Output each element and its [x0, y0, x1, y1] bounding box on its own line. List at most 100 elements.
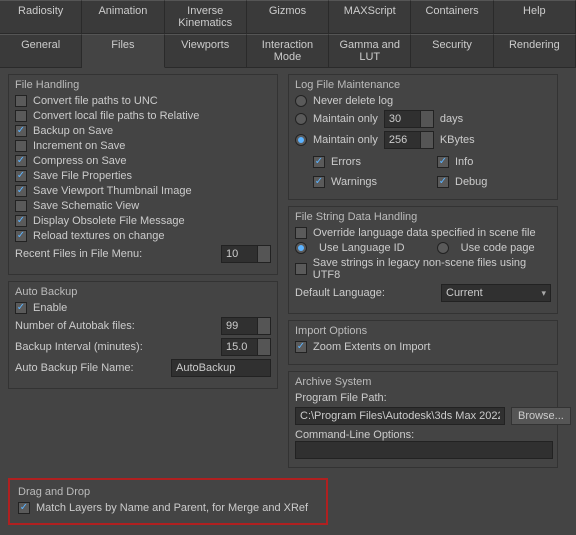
num-autobak-spinner[interactable]: 99 — [221, 317, 271, 335]
tab-row-2: GeneralFilesViewportsInteraction ModeGam… — [0, 34, 576, 68]
checkbox-label: Debug — [455, 176, 487, 188]
group-import-options: Import Options Zoom Extents on Import — [288, 320, 558, 365]
match-layers-label: Match Layers by Name and Parent, for Mer… — [36, 502, 308, 514]
recent-files-spinner[interactable]: 10 — [221, 245, 271, 263]
tab-animation[interactable]: Animation — [82, 0, 164, 33]
content-area: File Handling Convert file paths to UNC C… — [0, 68, 576, 478]
cmd-field[interactable] — [295, 441, 553, 459]
tab-viewports[interactable]: Viewports — [165, 34, 247, 67]
checkbox[interactable] — [15, 200, 27, 212]
checkbox-label: Display Obsolete File Message — [33, 215, 185, 227]
checkbox-label: Increment on Save — [33, 140, 125, 152]
never-delete-radio[interactable] — [295, 95, 307, 107]
group-title: File String Data Handling — [295, 211, 551, 223]
maintain-kb-radio[interactable] — [295, 134, 307, 146]
default-lang-dropdown[interactable]: Current — [441, 284, 551, 302]
group-title: Import Options — [295, 325, 551, 337]
use-code-radio[interactable] — [437, 242, 449, 254]
use-code-label: Use code page — [461, 242, 535, 254]
maintain-kb-label: Maintain only — [313, 134, 378, 146]
tab-row-1: RadiosityAnimationInverse KinematicsGizm… — [0, 0, 576, 34]
override-checkbox[interactable] — [295, 227, 307, 239]
days-spinner[interactable]: 30 — [384, 110, 434, 128]
checkbox[interactable] — [15, 185, 27, 197]
group-archive: Archive System Program File Path: C:\Pro… — [288, 371, 558, 468]
checkbox[interactable] — [15, 140, 27, 152]
checkbox[interactable] — [15, 230, 27, 242]
browse-button[interactable]: Browse... — [511, 407, 571, 425]
checkbox-label: Backup on Save — [33, 125, 113, 137]
group-title: Auto Backup — [15, 286, 271, 298]
tab-interaction-mode[interactable]: Interaction Mode — [247, 34, 329, 67]
tab-container: RadiosityAnimationInverse KinematicsGizm… — [0, 0, 576, 68]
left-column: File Handling Convert file paths to UNC C… — [8, 74, 278, 474]
interval-label: Backup Interval (minutes): — [15, 341, 143, 353]
checkbox-label: Info — [455, 156, 473, 168]
zoom-label: Zoom Extents on Import — [313, 341, 430, 353]
tab-gamma-and-lut[interactable]: Gamma and LUT — [329, 34, 411, 67]
tab-rendering[interactable]: Rendering — [494, 34, 576, 67]
tab-containers[interactable]: Containers — [411, 0, 493, 33]
group-auto-backup: Auto Backup Enable Number of Autobak fil… — [8, 281, 278, 389]
checkbox[interactable] — [313, 176, 325, 188]
group-title: File Handling — [15, 79, 271, 91]
interval-spinner[interactable]: 15.0 — [221, 338, 271, 356]
checkbox-label: Save File Properties — [33, 170, 132, 182]
tab-general[interactable]: General — [0, 34, 82, 67]
path-field[interactable]: C:\Program Files\Autodesk\3ds Max 2022\m… — [295, 407, 505, 425]
checkbox[interactable] — [313, 156, 325, 168]
checkbox[interactable] — [15, 125, 27, 137]
group-string-handling: File String Data Handling Override langu… — [288, 206, 558, 314]
match-layers-checkbox[interactable] — [18, 502, 30, 514]
enable-label: Enable — [33, 302, 67, 314]
maintain-days-label: Maintain only — [313, 113, 378, 125]
enable-checkbox[interactable] — [15, 302, 27, 314]
tab-security[interactable]: Security — [411, 34, 493, 67]
group-log: Log File Maintenance Never delete log Ma… — [288, 74, 558, 200]
tab-gizmos[interactable]: Gizmos — [247, 0, 329, 33]
checkbox-label: Save Viewport Thumbnail Image — [33, 185, 192, 197]
checkbox[interactable] — [15, 95, 27, 107]
tab-inverse-kinematics[interactable]: Inverse Kinematics — [165, 0, 247, 33]
checkbox[interactable] — [15, 215, 27, 227]
checkbox-label: Errors — [331, 156, 361, 168]
kb-spinner[interactable]: 256 — [384, 131, 434, 149]
save-legacy-label: Save strings in legacy non-scene files u… — [313, 257, 551, 281]
checkbox-label: Compress on Save — [33, 155, 127, 167]
group-title: Archive System — [295, 376, 551, 388]
backup-name-field[interactable]: AutoBackup — [171, 359, 271, 377]
never-delete-label: Never delete log — [313, 95, 393, 107]
tab-files[interactable]: Files — [82, 34, 164, 68]
use-lang-label: Use Language ID — [319, 242, 405, 254]
checkbox[interactable] — [15, 155, 27, 167]
group-drag-drop: Drag and Drop Match Layers by Name and P… — [8, 478, 328, 525]
save-legacy-checkbox[interactable] — [295, 263, 307, 275]
checkbox[interactable] — [15, 110, 27, 122]
default-lang-label: Default Language: — [295, 287, 385, 299]
zoom-checkbox[interactable] — [295, 341, 307, 353]
days-suffix: days — [440, 113, 463, 125]
checkbox[interactable] — [437, 176, 449, 188]
checkbox-label: Reload textures on change — [33, 230, 164, 242]
group-title: Log File Maintenance — [295, 79, 551, 91]
tab-maxscript[interactable]: MAXScript — [329, 0, 411, 33]
checkbox-label: Convert file paths to UNC — [33, 95, 158, 107]
right-column: Log File Maintenance Never delete log Ma… — [288, 74, 558, 474]
kb-suffix: KBytes — [440, 134, 475, 146]
maintain-days-radio[interactable] — [295, 113, 307, 125]
checkbox[interactable] — [437, 156, 449, 168]
override-label: Override language data specified in scen… — [313, 227, 536, 239]
checkbox[interactable] — [15, 170, 27, 182]
backup-name-label: Auto Backup File Name: — [15, 362, 134, 374]
group-title: Drag and Drop — [18, 486, 318, 498]
group-file-handling: File Handling Convert file paths to UNC C… — [8, 74, 278, 275]
recent-files-label: Recent Files in File Menu: — [15, 248, 142, 260]
checkbox-label: Save Schematic View — [33, 200, 139, 212]
tab-radiosity[interactable]: Radiosity — [0, 0, 82, 33]
checkbox-label: Convert local file paths to Relative — [33, 110, 199, 122]
cmd-label: Command-Line Options: — [295, 429, 551, 441]
checkbox-label: Warnings — [331, 176, 377, 188]
tab-help[interactable]: Help — [494, 0, 576, 33]
path-label: Program File Path: — [295, 392, 551, 404]
use-lang-radio[interactable] — [295, 242, 307, 254]
